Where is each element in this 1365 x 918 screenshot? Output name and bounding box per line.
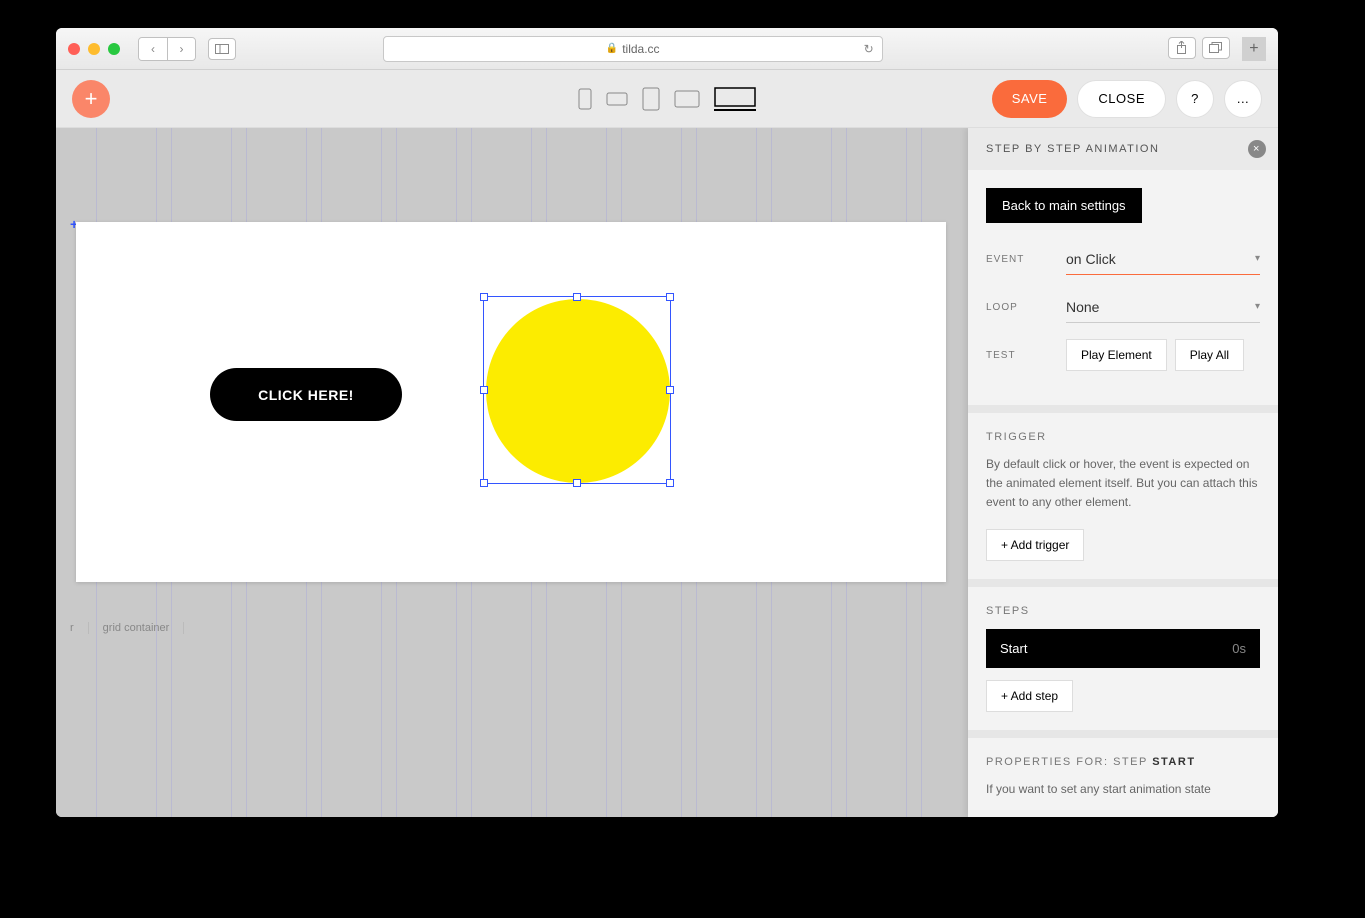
device-switcher (578, 87, 756, 111)
step-label: Start (1000, 641, 1027, 656)
panel-main-section: Back to main settings EVENT on Click ▾ L… (968, 170, 1278, 413)
desktop-icon[interactable] (714, 87, 756, 111)
test-buttons: Play Element Play All (1066, 339, 1244, 371)
mobile-portrait-icon[interactable] (578, 88, 592, 110)
resize-handle-tr[interactable] (666, 293, 674, 301)
toolbar-right: SAVE CLOSE ? ... (992, 80, 1262, 118)
resize-handle-ml[interactable] (480, 386, 488, 394)
trigger-section: TRIGGER By default click or hover, the e… (968, 413, 1278, 587)
chrome-right: + (1168, 37, 1266, 61)
save-button[interactable]: SAVE (992, 80, 1068, 118)
tablet-landscape-icon[interactable] (674, 90, 700, 108)
more-button[interactable]: ... (1224, 80, 1262, 118)
loop-select[interactable]: None ▾ (1066, 291, 1260, 323)
panel-header: STEP BY STEP ANIMATION × (968, 128, 1278, 170)
tablet-portrait-icon[interactable] (642, 87, 660, 111)
browser-window: ‹ › 🔒 tilda.cc ↻ + + (56, 28, 1278, 817)
steps-title: STEPS (986, 605, 1260, 617)
lock-icon: 🔒 (606, 43, 618, 54)
forward-button[interactable]: › (167, 38, 195, 60)
play-all-button[interactable]: Play All (1175, 339, 1244, 371)
animation-panel: STEP BY STEP ANIMATION × Back to main se… (968, 128, 1278, 817)
play-element-button[interactable]: Play Element (1066, 339, 1167, 371)
yellow-circle-shape[interactable] (486, 299, 670, 483)
resize-handle-br[interactable] (666, 479, 674, 487)
steps-section: STEPS Start 0s + Add step (968, 587, 1278, 738)
selection-box[interactable] (483, 296, 671, 484)
click-here-button[interactable]: CLICK HERE! (210, 368, 402, 421)
breadcrumb-item[interactable]: r (56, 622, 89, 634)
minimize-window-icon[interactable] (88, 43, 100, 55)
event-label: EVENT (986, 254, 1066, 265)
step-time: 0s (1232, 641, 1246, 656)
breadcrumb: r grid container (56, 608, 184, 648)
add-element-button[interactable]: + (72, 80, 110, 118)
traffic-lights (68, 43, 120, 55)
app-toolbar: + SAVE CLOSE ? ... (56, 70, 1278, 128)
loop-value: None (1066, 299, 1099, 315)
url-bar[interactable]: 🔒 tilda.cc ↻ (383, 36, 883, 62)
tabs-icon[interactable] (1202, 37, 1230, 59)
resize-handle-tc[interactable] (573, 293, 581, 301)
reload-icon[interactable]: ↻ (864, 42, 874, 56)
close-button[interactable]: CLOSE (1077, 80, 1166, 118)
properties-description: If you want to set any start animation s… (986, 780, 1260, 799)
properties-section: PROPERTIES FOR: STEP START If you want t… (968, 738, 1278, 817)
resize-handle-tl[interactable] (480, 293, 488, 301)
resize-handle-mr[interactable] (666, 386, 674, 394)
step-start-row[interactable]: Start 0s (986, 629, 1260, 668)
test-label: TEST (986, 350, 1066, 361)
breadcrumb-item[interactable]: grid container (89, 622, 185, 634)
test-row: TEST Play Element Play All (986, 339, 1260, 371)
properties-title: PROPERTIES FOR: STEP START (986, 756, 1260, 768)
panel-title: STEP BY STEP ANIMATION (986, 143, 1159, 155)
workspace: + CLICK HERE! r grid container STEP BY S… (56, 128, 1278, 817)
help-button[interactable]: ? (1176, 80, 1214, 118)
maximize-window-icon[interactable] (108, 43, 120, 55)
event-value: on Click (1066, 251, 1116, 267)
back-button[interactable]: ‹ (139, 38, 167, 60)
browser-chrome: ‹ › 🔒 tilda.cc ↻ + (56, 28, 1278, 70)
loop-label: LOOP (986, 302, 1066, 313)
resize-handle-bc[interactable] (573, 479, 581, 487)
caret-down-icon: ▾ (1255, 253, 1260, 264)
mobile-landscape-icon[interactable] (606, 92, 628, 106)
new-tab-button[interactable]: + (1242, 37, 1266, 61)
share-icon[interactable] (1168, 37, 1196, 59)
resize-handle-bl[interactable] (480, 479, 488, 487)
panel-close-icon[interactable]: × (1248, 140, 1266, 158)
sidebar-toggle-icon[interactable] (208, 38, 236, 60)
trigger-description: By default click or hover, the event is … (986, 455, 1260, 513)
loop-row: LOOP None ▾ (986, 291, 1260, 323)
add-trigger-button[interactable]: + Add trigger (986, 529, 1084, 561)
url-text: tilda.cc (622, 42, 659, 56)
trigger-title: TRIGGER (986, 431, 1260, 443)
add-step-button[interactable]: + Add step (986, 680, 1073, 712)
event-select[interactable]: on Click ▾ (1066, 243, 1260, 275)
event-row: EVENT on Click ▾ (986, 243, 1260, 275)
close-window-icon[interactable] (68, 43, 80, 55)
back-to-settings-button[interactable]: Back to main settings (986, 188, 1142, 223)
nav-buttons: ‹ › (138, 37, 196, 61)
caret-down-icon: ▾ (1255, 301, 1260, 312)
